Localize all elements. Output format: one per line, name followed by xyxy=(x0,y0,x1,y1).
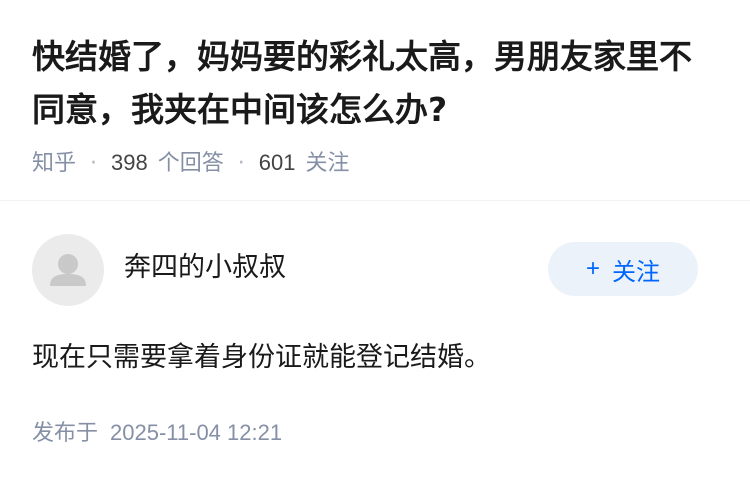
followers-count: 601 xyxy=(258,150,296,175)
published-label: 发布于 xyxy=(32,421,99,446)
default-user-avatar-icon xyxy=(50,254,86,286)
section-divider xyxy=(0,200,750,201)
answer-author: 奔四的小叔叔 + 关注 xyxy=(32,234,698,306)
separator-dot: · xyxy=(237,150,245,176)
followers-count-link[interactable]: 601 关注 xyxy=(259,148,350,179)
separator-dot: · xyxy=(90,150,98,176)
answer-footer: 发布于 2025-11-04 12:21 xyxy=(32,418,282,449)
follow-button[interactable]: + 关注 xyxy=(548,242,698,296)
answers-count-link[interactable]: 398 个回答 xyxy=(111,148,224,179)
followers-label: 关注 xyxy=(305,151,350,176)
avatar[interactable] xyxy=(32,234,104,306)
answers-label: 个回答 xyxy=(157,151,224,176)
plus-icon: + xyxy=(585,255,600,282)
author-name[interactable]: 奔四的小叔叔 xyxy=(124,250,286,286)
answer-content[interactable]: 现在只需要拿着身份证就能登记结婚。 xyxy=(32,338,491,378)
follow-button-label: 关注 xyxy=(612,257,660,286)
answers-count: 398 xyxy=(111,150,148,175)
question-title[interactable]: 快结婚了，妈妈要的彩礼太高，男朋友家里不同意，我夹在中间该怎么办? xyxy=(32,30,722,136)
question-header: 快结婚了，妈妈要的彩礼太高，男朋友家里不同意，我夹在中间该怎么办? 知乎 · 3… xyxy=(32,30,722,179)
question-meta: 知乎 · 398 个回答 · 601 关注 xyxy=(32,148,722,179)
site-name[interactable]: 知乎 xyxy=(32,149,76,179)
published-time: 2025-11-04 12:21 xyxy=(110,420,283,445)
